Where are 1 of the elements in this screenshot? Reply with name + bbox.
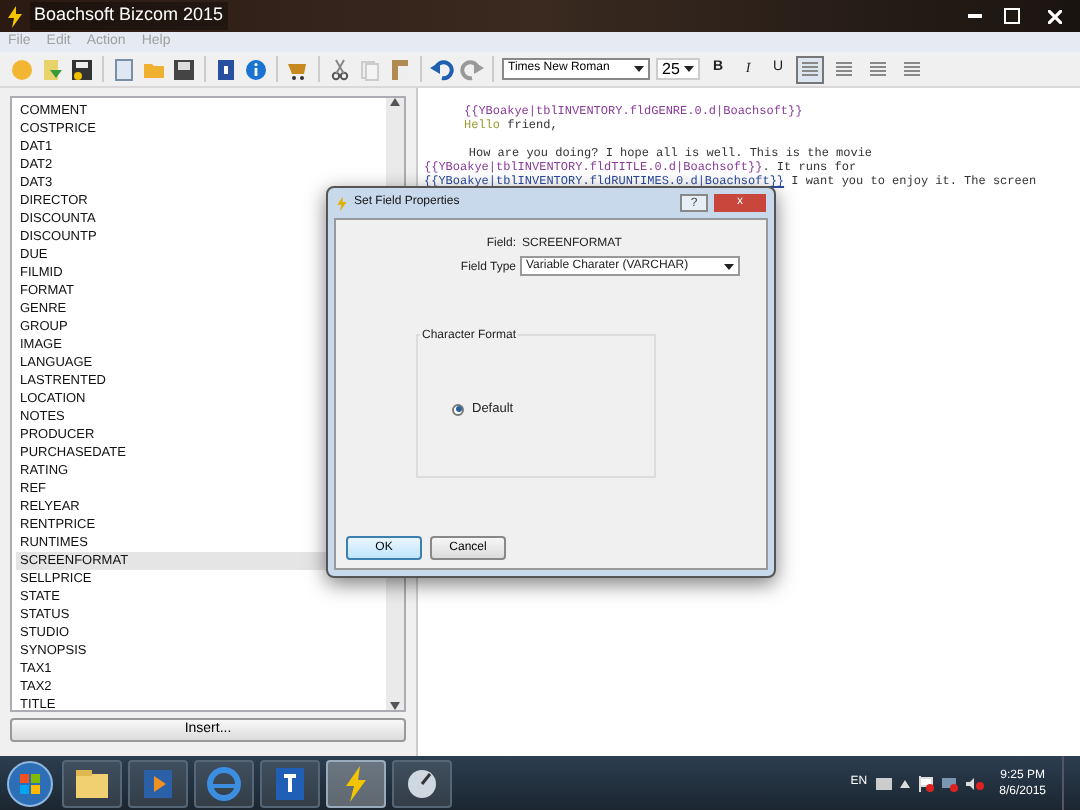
window-title: Boachsoft Bizcom 2015 (30, 2, 228, 30)
